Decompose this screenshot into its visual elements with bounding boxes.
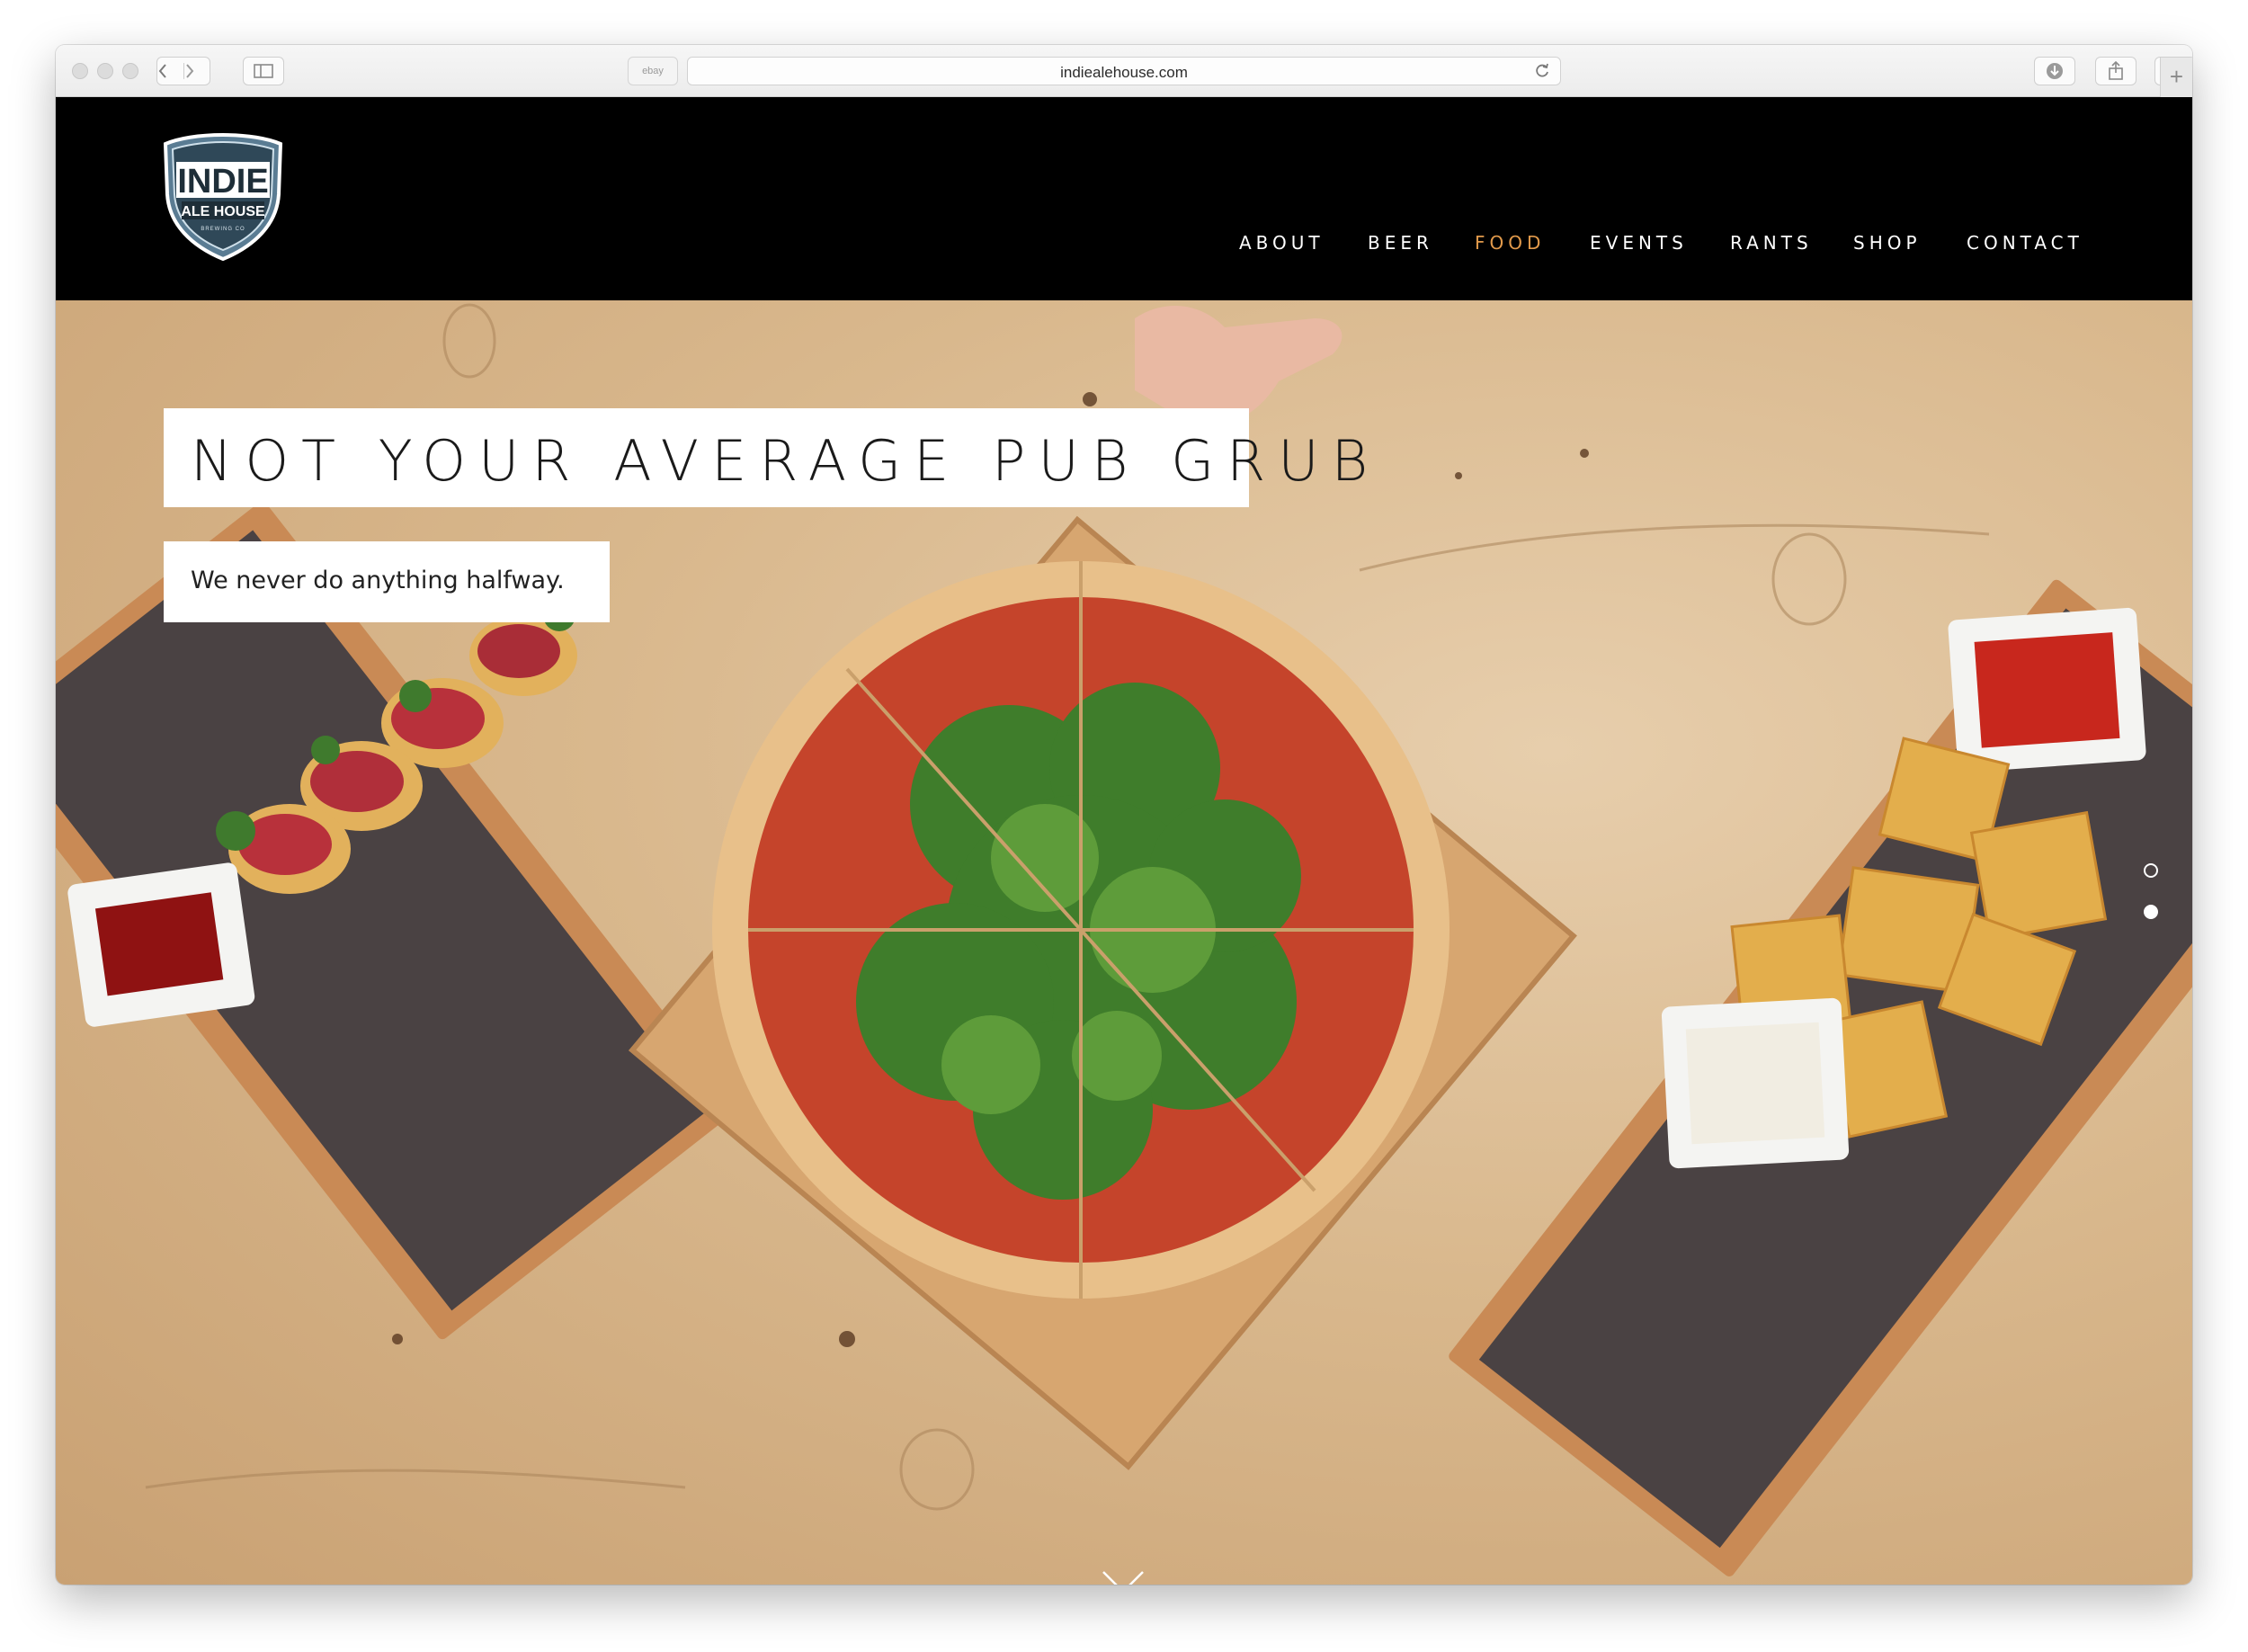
share-icon — [2109, 61, 2123, 80]
nav-about[interactable]: ABOUT — [1239, 232, 1325, 254]
sidebar-icon — [254, 64, 273, 78]
logo-line2: ALE HOUSE — [181, 204, 265, 219]
sidebar-button[interactable] — [243, 57, 284, 85]
back-icon[interactable] — [157, 63, 183, 79]
hero-subtitle-box: We never do anything halfway. — [164, 541, 610, 622]
hero-title-box: NOT YOUR AVERAGE PUB GRUB — [164, 408, 1368, 507]
nav-contact[interactable]: CONTACT — [1967, 232, 2083, 254]
indie-ale-house-logo[interactable]: INDIE ALE HOUSE BREWING CO — [162, 131, 284, 263]
site-header: INDIE ALE HOUSE BREWING CO ABOUT BEER FO… — [56, 97, 2192, 300]
nav-shop[interactable]: SHOP — [1853, 232, 1922, 254]
new-tab-button[interactable]: + — [2160, 58, 2192, 97]
zoom-window-button[interactable] — [122, 63, 138, 79]
close-window-button[interactable] — [72, 63, 88, 79]
browser-toolbar: ebay indiealehouse.com + — [56, 45, 2192, 97]
hero-title: NOT YOUR AVERAGE PUB GRUB — [191, 428, 1381, 494]
hero-section: NOT YOUR AVERAGE PUB GRUB We never do an… — [56, 300, 2192, 1585]
logo-line3: BREWING CO — [201, 227, 245, 232]
favorites-bookmark[interactable]: ebay — [628, 57, 678, 85]
downloads-button[interactable] — [2034, 57, 2075, 85]
slide-dot-2[interactable] — [2144, 905, 2158, 919]
forward-icon[interactable] — [183, 63, 210, 79]
slide-dot-1[interactable] — [2144, 863, 2158, 878]
nav-rants[interactable]: RANTS — [1730, 232, 1813, 254]
chevron-down-icon[interactable] — [1101, 1568, 1146, 1585]
address-bar[interactable]: indiealehouse.com — [687, 57, 1561, 85]
share-button[interactable] — [2095, 57, 2136, 85]
nav-food[interactable]: FOOD — [1475, 232, 1545, 254]
url-text: indiealehouse.com — [1060, 64, 1188, 81]
nav-beer[interactable]: BEER — [1368, 232, 1433, 254]
logo-line1: INDIE — [177, 163, 268, 201]
download-icon — [2047, 63, 2063, 79]
minimize-window-button[interactable] — [97, 63, 113, 79]
nav-events[interactable]: EVENTS — [1590, 232, 1688, 254]
reload-icon[interactable] — [1533, 62, 1551, 80]
back-forward-buttons — [156, 57, 210, 85]
hero-subtitle: We never do anything halfway. — [191, 567, 565, 594]
browser-window: ebay indiealehouse.com + INDIE ALE HOUSE… — [56, 45, 2192, 1585]
